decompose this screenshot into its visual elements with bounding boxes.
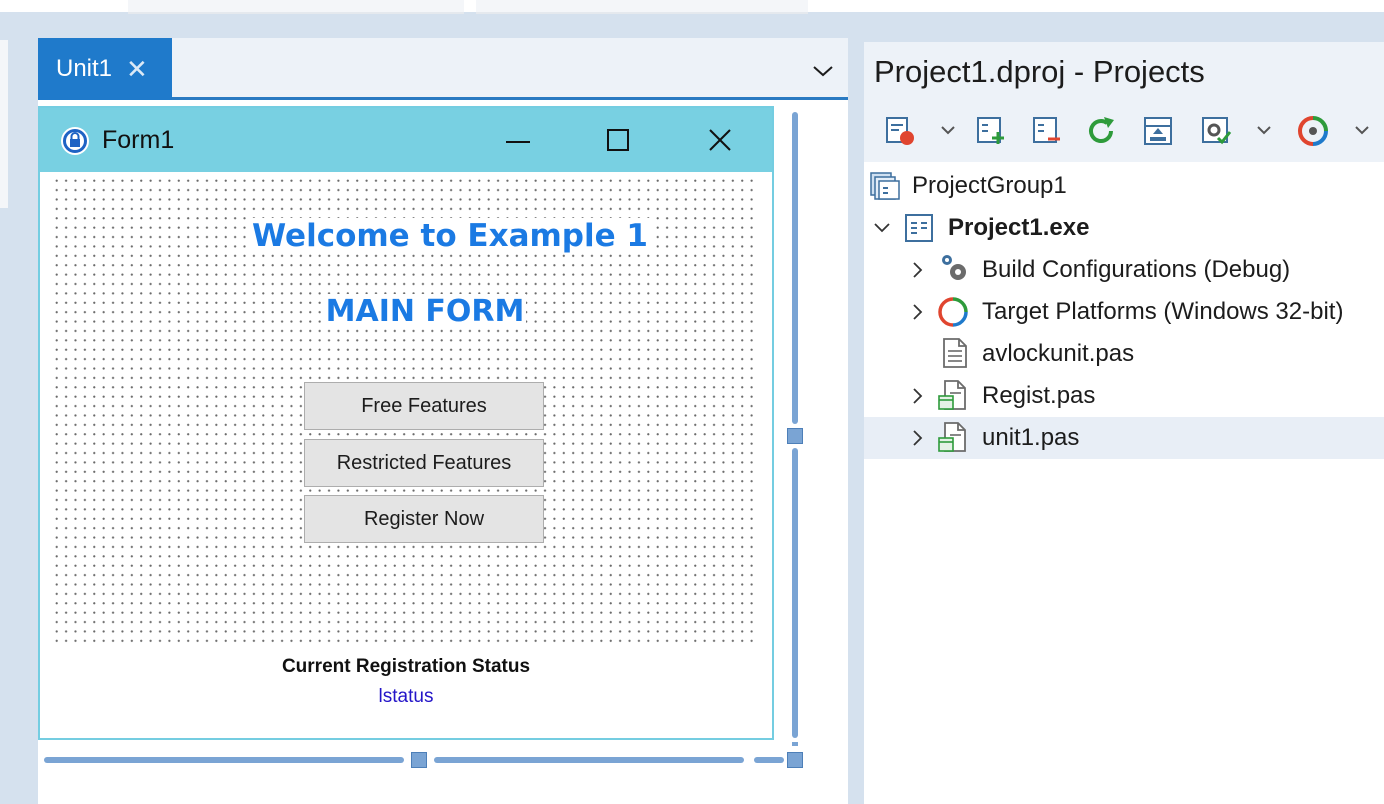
resize-handle-right[interactable] bbox=[787, 428, 803, 444]
restricted-features-button[interactable]: Restricted Features bbox=[304, 439, 544, 487]
tree-item-target-platforms[interactable]: Target Platforms (Windows 32-bit) bbox=[864, 291, 1384, 333]
chevron-down-icon bbox=[813, 66, 833, 77]
chevron-right-icon[interactable] bbox=[908, 260, 928, 280]
tab-close-icon[interactable]: ✕ bbox=[126, 54, 148, 85]
pas-file-icon bbox=[943, 338, 967, 368]
resize-handle-bottom[interactable] bbox=[411, 752, 427, 768]
tree-item-label: Regist.pas bbox=[982, 382, 1096, 409]
tree-item-regist-pas[interactable]: Regist.pas bbox=[864, 375, 1384, 417]
target-platform-icon bbox=[938, 297, 968, 327]
chevron-right-icon[interactable] bbox=[908, 302, 928, 322]
tab-unit1[interactable]: Unit1 ✕ bbox=[38, 38, 172, 100]
free-features-button[interactable]: Free Features bbox=[304, 382, 544, 430]
tree-item-avlockunit-pas[interactable]: avlockunit.pas bbox=[864, 333, 1384, 375]
tree-item-projectgroup1[interactable]: ProjectGroup1 bbox=[864, 165, 1384, 207]
chevron-down-icon[interactable] bbox=[1254, 120, 1274, 140]
form-title-bar[interactable]: Form1 bbox=[40, 108, 772, 172]
tree-item-label: Target Platforms (Windows 32-bit) bbox=[982, 298, 1344, 325]
tree-item-label: avlockunit.pas bbox=[982, 340, 1135, 367]
resize-guide-bottom bbox=[754, 757, 784, 763]
top-panel-tab[interactable] bbox=[476, 0, 808, 14]
build-icon[interactable] bbox=[1200, 114, 1234, 148]
refresh-icon[interactable] bbox=[1084, 114, 1118, 148]
projects-panel-title: Project1.dproj - Projects bbox=[874, 54, 1205, 89]
tab-list-dropdown[interactable] bbox=[806, 54, 840, 88]
new-item-icon[interactable] bbox=[884, 114, 918, 148]
chevron-right-icon[interactable] bbox=[908, 428, 928, 448]
lock-app-icon bbox=[61, 127, 89, 155]
top-panel-tab[interactable] bbox=[128, 0, 464, 14]
tree-item-label: unit1.pas bbox=[982, 424, 1080, 451]
tab-label: Unit1 bbox=[56, 55, 113, 82]
chevron-down-icon[interactable] bbox=[872, 218, 892, 238]
tree-item-label: Project1.exe bbox=[948, 214, 1090, 241]
resize-guide-bottom bbox=[44, 757, 404, 763]
gears-icon bbox=[942, 255, 966, 280]
registration-status-value[interactable]: lstatus bbox=[40, 686, 772, 708]
resize-guide-right bbox=[792, 742, 798, 746]
main-form-heading[interactable]: MAIN FORM bbox=[40, 294, 810, 329]
registration-status-label[interactable]: Current Registration Status bbox=[40, 656, 772, 678]
register-now-button[interactable]: Register Now bbox=[304, 495, 544, 543]
resize-handle-corner[interactable] bbox=[787, 752, 803, 768]
main-form-heading-text: MAIN FORM bbox=[323, 294, 527, 329]
chevron-down-icon[interactable] bbox=[938, 120, 958, 140]
welcome-heading-text: Welcome to Example 1 bbox=[249, 218, 651, 254]
target-icon[interactable] bbox=[1296, 114, 1330, 148]
form-unit-icon bbox=[938, 380, 966, 410]
tree-item-project1-exe[interactable]: Project1.exe bbox=[864, 207, 1384, 249]
resize-guide-right bbox=[792, 112, 798, 424]
welcome-heading[interactable]: Welcome to Example 1 bbox=[40, 218, 860, 254]
project-group-icon bbox=[870, 172, 900, 200]
exe-project-icon bbox=[905, 214, 933, 242]
tree-item-label: Build Configurations (Debug) bbox=[982, 256, 1291, 283]
left-margin bbox=[0, 40, 8, 208]
tree-item-unit1-pas[interactable]: unit1.pas bbox=[864, 417, 1384, 459]
resize-guide-bottom bbox=[434, 757, 744, 763]
form-unit-icon bbox=[938, 422, 966, 452]
chevron-right-icon[interactable] bbox=[908, 386, 928, 406]
chevron-down-icon[interactable] bbox=[1352, 120, 1372, 140]
form-caption: Form1 bbox=[102, 126, 175, 154]
minimize-icon[interactable] bbox=[498, 124, 538, 158]
add-icon[interactable] bbox=[974, 114, 1008, 148]
form1-window[interactable]: Form1 Welcome to Example 1 MAIN FORM Fre… bbox=[38, 106, 774, 740]
remove-icon[interactable] bbox=[1030, 114, 1064, 148]
sync-icon[interactable] bbox=[1142, 114, 1176, 148]
maximize-icon[interactable] bbox=[598, 124, 638, 158]
tree-item-build-configurations[interactable]: Build Configurations (Debug) bbox=[864, 249, 1384, 291]
tree-item-label: ProjectGroup1 bbox=[912, 172, 1067, 199]
resize-guide-right bbox=[792, 448, 798, 738]
close-icon[interactable] bbox=[700, 124, 740, 158]
